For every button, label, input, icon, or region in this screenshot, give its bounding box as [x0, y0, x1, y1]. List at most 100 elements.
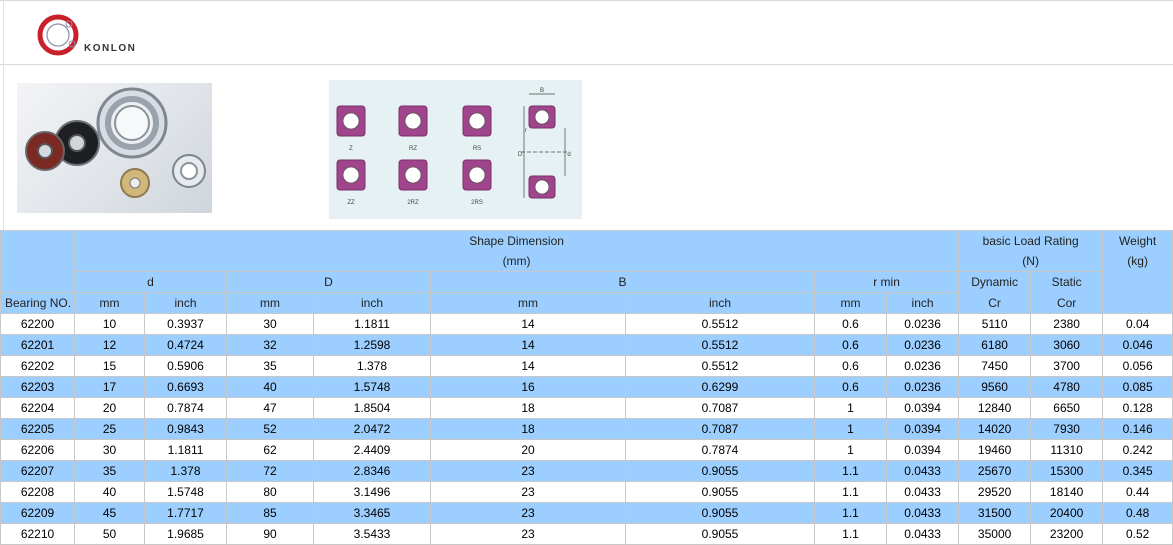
- b-header: B: [430, 271, 815, 293]
- seal-label-rs: RS: [473, 146, 481, 152]
- big-d-inch-cell: 1.1811: [313, 313, 431, 335]
- bearing-no-cell: 62206: [0, 439, 75, 461]
- grid-line: [3, 0, 4, 230]
- b-inch-cell: 0.5512: [625, 334, 815, 356]
- rmin-mm-cell: 0.6: [814, 313, 887, 335]
- d-inch-cell: 1.7717: [144, 502, 227, 524]
- d-mm-cell: 25: [74, 418, 145, 440]
- weight-spacer-2: [1102, 292, 1173, 314]
- dynamic-cr-cell: 9560: [958, 376, 1032, 398]
- static-cor-cell: 20400: [1030, 502, 1104, 524]
- b-inch-header: inch: [625, 292, 815, 314]
- dim-label-b: B: [540, 88, 544, 94]
- b-mm-cell: 20: [430, 439, 626, 461]
- rmin-mm-cell: 0.6: [814, 334, 887, 356]
- d-inch-cell: 0.4724: [144, 334, 227, 356]
- b-inch-cell: 0.9055: [625, 523, 815, 545]
- big-d-inch-cell: 3.1496: [313, 481, 431, 503]
- b-mm-cell: 23: [430, 481, 626, 503]
- d-mm-cell: 30: [74, 439, 145, 461]
- rmin-mm-cell: 1: [814, 397, 887, 419]
- d-mm-cell: 12: [74, 334, 145, 356]
- rmin-mm-cell: 1.1: [814, 502, 887, 524]
- rmin-inch-cell: 0.0433: [885, 481, 960, 503]
- big-d-mm-cell: 52: [226, 418, 314, 440]
- d-mm-header: mm: [74, 292, 145, 314]
- big-d-inch-cell: 3.3465: [313, 502, 431, 524]
- dim-label-small-d: d: [567, 152, 570, 158]
- big-d-inch-cell: 1.378: [313, 355, 431, 377]
- static-cor-cell: 6650: [1030, 397, 1104, 419]
- table-body: 62200 10 0.3937 30 1.1811 14 0.5512 0.6 0.0236 51…: [0, 313, 1173, 545]
- big-d-mm-cell: 90: [226, 523, 314, 545]
- static-cor-cell: 4780: [1030, 376, 1104, 398]
- d-mm-cell: 15: [74, 355, 145, 377]
- big-d-mm-cell: 40: [226, 376, 314, 398]
- b-mm-cell: 23: [430, 502, 626, 524]
- rmin-mm-cell: 0.6: [814, 355, 887, 377]
- b-inch-cell: 0.7874: [625, 439, 815, 461]
- static-cor-cell: 7930: [1030, 418, 1104, 440]
- dynamic-cr-cell: 31500: [958, 502, 1032, 524]
- dynamic-cr-cell: 19460: [958, 439, 1032, 461]
- b-inch-cell: 0.6299: [625, 376, 815, 398]
- big-d-mm-cell: 32: [226, 334, 314, 356]
- weight-cell: 0.48: [1102, 502, 1173, 524]
- table-row: 62207 35 1.378 72 2.8346 23 0.9055 1.1 0.0433 256…: [0, 460, 1173, 482]
- rmin-mm-cell: 1: [814, 418, 887, 440]
- weight-unit: (kg): [1102, 251, 1173, 272]
- table-row: 62204 20 0.7874 47 1.8504 18 0.7087 1 0.0394 1284…: [0, 397, 1173, 419]
- static-cor-cell: 3060: [1030, 334, 1104, 356]
- table-row: 62206 30 1.1811 62 2.4409 20 0.7874 1 0.0394 1946…: [0, 439, 1173, 461]
- big-d-inch-cell: 1.5748: [313, 376, 431, 398]
- static-cor-cell: 2380: [1030, 313, 1104, 335]
- bearing-no-cell: 62204: [0, 397, 75, 419]
- table-row: 62208 40 1.5748 80 3.1496 23 0.9055 1.1 0.0433 29…: [0, 481, 1173, 503]
- b-inch-cell: 0.9055: [625, 481, 815, 503]
- weight-cell: 0.52: [1102, 523, 1173, 545]
- weight-cell: 0.128: [1102, 397, 1173, 419]
- rmin-header: r min: [813, 271, 960, 293]
- b-inch-cell: 0.5512: [625, 355, 815, 377]
- bearing-no-cell: 62207: [0, 460, 75, 482]
- rmin-inch-cell: 0.0236: [885, 313, 960, 335]
- static-cor-cell: 11310: [1030, 439, 1104, 461]
- b-inch-cell: 0.5512: [625, 313, 815, 335]
- table-row: 62205 25 0.9843 52 2.0472 18 0.7087 1 0.0394 1402…: [0, 418, 1173, 440]
- seal-label-2rs: 2RS: [471, 200, 483, 206]
- b-mm-header: mm: [430, 292, 626, 314]
- bearing-spec-table: Shape Dimension basic Load Rating Weight…: [0, 230, 1173, 545]
- header-row-1: Shape Dimension basic Load Rating Weight: [0, 230, 1173, 293]
- seal-label-zz: ZZ: [347, 200, 355, 206]
- b-mm-cell: 14: [430, 355, 626, 377]
- shape-dimension-unit: (mm): [73, 251, 960, 272]
- b-mm-cell: 18: [430, 397, 626, 419]
- big-d-mm-cell: 47: [226, 397, 314, 419]
- dynamic-cr-header: Cr: [958, 292, 1032, 314]
- table-row: 62209 45 1.7717 85 3.3465 23 0.9055 1.1 0.0433 31…: [0, 502, 1173, 524]
- dynamic-cr-cell: 12840: [958, 397, 1032, 419]
- big-d-mm-cell: 85: [226, 502, 314, 524]
- table-row: 62202 15 0.5906 35 1.378 14 0.5512 0.6 0.0236 745…: [0, 355, 1173, 377]
- rmin-inch-cell: 0.0433: [885, 502, 960, 524]
- seal-type-diagram: Z RZ RS ZZ 2RZ 2RS B D d r: [329, 80, 582, 219]
- seal-label-2rz: 2RZ: [407, 200, 419, 206]
- b-inch-cell: 0.9055: [625, 502, 815, 524]
- d-mm-cell: 50: [74, 523, 145, 545]
- b-mm-cell: 16: [430, 376, 626, 398]
- b-mm-cell: 14: [430, 313, 626, 335]
- bearing-no-cell: 62203: [0, 376, 75, 398]
- grid-line: [0, 0, 1173, 1]
- b-inch-cell: 0.7087: [625, 397, 815, 419]
- rmin-inch-header: inch: [885, 292, 960, 314]
- weight-cell: 0.085: [1102, 376, 1173, 398]
- d-mm-cell: 17: [74, 376, 145, 398]
- static-cor-cell: 18140: [1030, 481, 1104, 503]
- rmin-mm-cell: 1: [814, 439, 887, 461]
- big-d-mm-cell: 62: [226, 439, 314, 461]
- weight-cell: 0.146: [1102, 418, 1173, 440]
- static-cor-cell: 23200: [1030, 523, 1104, 545]
- d-inch-cell: 1.5748: [144, 481, 227, 503]
- big-d-inch-cell: 1.8504: [313, 397, 431, 419]
- d-inch-cell: 0.3937: [144, 313, 227, 335]
